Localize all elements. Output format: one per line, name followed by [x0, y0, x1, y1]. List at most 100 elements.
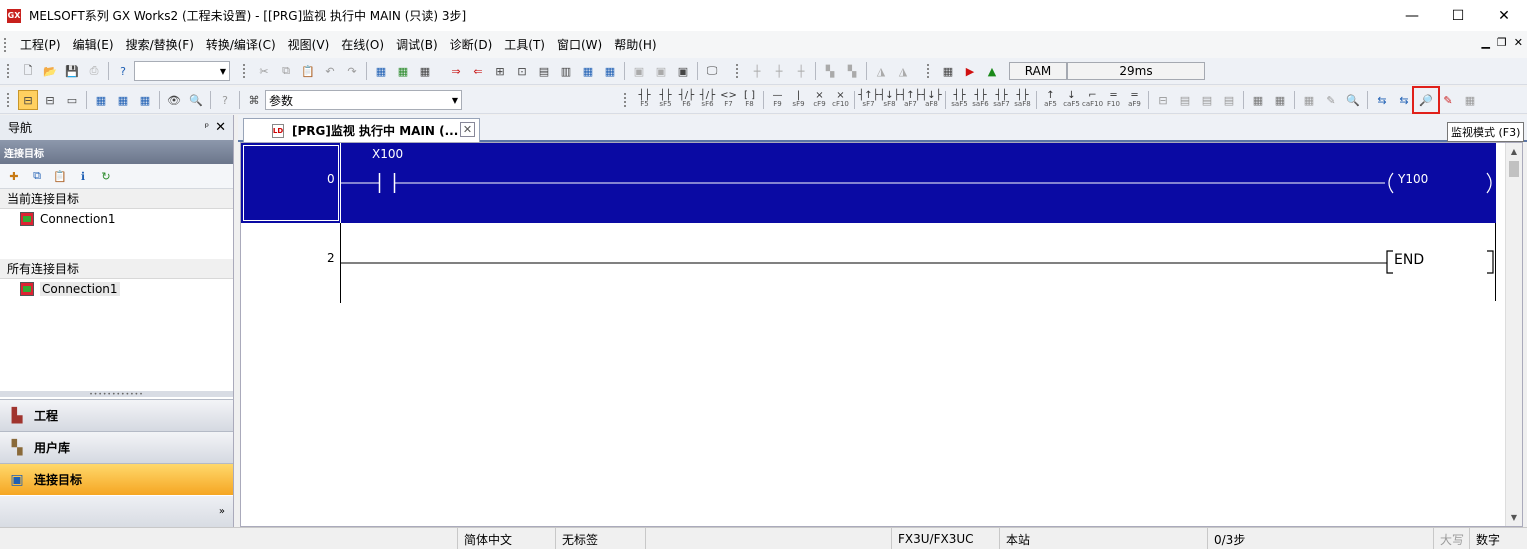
read-mode-icon[interactable]: ▦ — [1299, 90, 1319, 110]
toolbar-grip[interactable] — [7, 64, 11, 78]
plc-diagnostics-icon[interactable]: ▥ — [556, 61, 576, 81]
remote-operation-icon[interactable]: ⊡ — [512, 61, 532, 81]
ladder-tool-16[interactable]: ┤├ saF7 — [991, 90, 1012, 110]
copy-icon[interactable]: ⧉ — [276, 61, 296, 81]
device-usage-icon[interactable]: ⇆ — [1394, 90, 1414, 110]
device-comment-icon[interactable]: ▦ — [91, 90, 111, 110]
ladder-tool-14[interactable]: ┤├ saF5 — [949, 90, 970, 110]
search-combo[interactable]: 参数 ▼ — [265, 90, 462, 110]
clear-memory-icon[interactable]: ▤ — [534, 61, 554, 81]
toolbar-grip[interactable] — [243, 64, 247, 78]
menu-diagnostics[interactable]: 诊断(D) — [444, 36, 499, 53]
menu-view[interactable]: 视图(V) — [282, 36, 336, 53]
close-button[interactable]: ✕ — [1481, 0, 1527, 31]
mdi-minimize-button[interactable]: ▁ — [1481, 36, 1489, 49]
menu-tool[interactable]: 工具(T) — [498, 36, 551, 53]
break-icon[interactable]: ▚ — [820, 61, 840, 81]
ladder-tool-9[interactable]: × cF10 — [830, 90, 851, 110]
scroll-thumb[interactable] — [1509, 161, 1519, 177]
device-batch-icon[interactable]: ▦ — [415, 61, 435, 81]
online-change-icon[interactable]: ▣ — [629, 61, 649, 81]
minimize-button[interactable]: — — [1389, 0, 1435, 31]
sampling-trace-icon[interactable]: ▣ — [673, 61, 693, 81]
statement-icon[interactable]: ▤ — [1219, 90, 1239, 110]
ladder-tool-13[interactable]: ┤↓├ aF8 — [921, 90, 942, 110]
open-folder-icon[interactable]: 📂 — [40, 61, 60, 81]
ladder-tool-3[interactable]: ┤/├ sF6 — [697, 90, 718, 110]
new-file-icon[interactable]: 🗋 — [18, 61, 38, 81]
ladder-tool-7[interactable]: | sF9 — [788, 90, 809, 110]
write-mode-icon[interactable]: ✎ — [1321, 90, 1341, 110]
connection-property-icon[interactable]: ℹ — [74, 167, 92, 185]
comment-display-icon[interactable]: ▦ — [1248, 90, 1268, 110]
navigation-expand-button[interactable]: » — [0, 496, 233, 527]
device-list-icon[interactable]: ▦ — [371, 61, 391, 81]
all-connection-item[interactable]: Connection1 — [0, 279, 233, 299]
scroll-down-icon[interactable]: ▼ — [1506, 509, 1522, 526]
step-execute-icon[interactable]: ┼ — [747, 61, 767, 81]
device-display-icon[interactable]: ▦ — [1270, 90, 1290, 110]
convert-icon[interactable]: ⊟ — [1153, 90, 1173, 110]
monitor-screen-icon[interactable]: 🖵 — [702, 61, 722, 81]
inline-comment-icon[interactable]: ▤ — [1175, 90, 1195, 110]
menu-project[interactable]: 工程(P) — [14, 36, 67, 53]
ladder-tool-15[interactable]: ┤├ saF6 — [970, 90, 991, 110]
menu-online[interactable]: 在线(O) — [335, 36, 390, 53]
vertical-scrollbar[interactable]: ▲ ▼ — [1505, 143, 1522, 526]
project-panel-button[interactable]: ▙ 工程 — [0, 399, 233, 431]
monitor-mode-icon[interactable]: 🔎 — [1412, 86, 1440, 114]
help-icon[interactable]: ? — [113, 61, 133, 81]
connection-destination-panel-button[interactable]: ▣ 连接目标 — [0, 463, 233, 495]
stop-icon[interactable]: ▲ — [982, 61, 1002, 81]
navigation-close-button[interactable]: ✕ — [215, 120, 226, 135]
copy-connection-icon[interactable]: ⧉ — [28, 167, 46, 185]
binoculars-icon[interactable]: ⌘ — [244, 90, 264, 110]
menu-grip[interactable] — [4, 37, 8, 52]
new-connection-icon[interactable]: ✚ — [5, 167, 23, 185]
continue-icon[interactable]: ▚ — [842, 61, 862, 81]
navigation-window-icon[interactable]: ⊟ — [18, 90, 38, 110]
watch-icon[interactable]: ▣ — [651, 61, 671, 81]
cross-reference-icon[interactable]: ⇆ — [1372, 90, 1392, 110]
ladder-tool-20[interactable]: ⌐ caF10 — [1082, 90, 1103, 110]
print-icon[interactable]: ⎙ — [84, 61, 104, 81]
context-help-icon[interactable]: ? — [215, 90, 235, 110]
toolbar-grip[interactable] — [624, 93, 628, 107]
device-memory-icon[interactable]: ▦ — [113, 90, 133, 110]
toolbar-grip[interactable] — [736, 64, 740, 78]
output-window-icon[interactable]: ▭ — [62, 90, 82, 110]
user-library-panel-button[interactable]: ▚ 用户库 — [0, 431, 233, 463]
ladder-editor[interactable]: 0 2 X100 Y100 END ▲ ▼ — [240, 142, 1523, 527]
toolbar-combo[interactable]: ▼ — [134, 61, 230, 81]
maximize-button[interactable]: ☐ — [1435, 0, 1481, 31]
document-tab-close-button[interactable]: ✕ — [460, 122, 475, 137]
device-read-icon[interactable]: ▦ — [600, 61, 620, 81]
paste-icon[interactable]: 📋 — [298, 61, 318, 81]
refresh-connection-icon[interactable]: ↻ — [97, 167, 115, 185]
search-mode-icon[interactable]: 🔍 — [1343, 90, 1363, 110]
menu-window[interactable]: 窗口(W) — [551, 36, 608, 53]
undo-icon[interactable]: ↶ — [320, 61, 340, 81]
monitor-stop-icon[interactable]: ▦ — [1460, 90, 1480, 110]
ladder-tool-5[interactable]: [ ] F8 — [739, 90, 760, 110]
ladder-tool-21[interactable]: ═ F10 — [1103, 90, 1124, 110]
ladder-tool-1[interactable]: ┤├ sF5 — [655, 90, 676, 110]
trace-icon[interactable]: ◮ — [871, 61, 891, 81]
menu-compile[interactable]: 转换/编译(C) — [200, 36, 282, 53]
ladder-tool-2[interactable]: ┤/├ F6 — [676, 90, 697, 110]
scroll-up-icon[interactable]: ▲ — [1506, 143, 1522, 160]
menu-help[interactable]: 帮助(H) — [608, 36, 662, 53]
watch-eye-icon[interactable]: 👁 — [164, 90, 184, 110]
partial-execute-icon[interactable]: ┼ — [769, 61, 789, 81]
write-plc-icon[interactable]: ⇒ — [446, 61, 466, 81]
menu-debug[interactable]: 调试(B) — [390, 36, 444, 53]
current-connection-item[interactable]: Connection1 — [0, 209, 233, 229]
ladder-tool-0[interactable]: ┤├ F5 — [634, 90, 655, 110]
document-tab-main[interactable]: LD [PRG]监视 执行中 MAIN (... ✕ — [243, 118, 480, 142]
menu-edit[interactable]: 编辑(E) — [67, 36, 120, 53]
panel-splitter[interactable]: •••••••••••• — [0, 391, 233, 398]
module-config-icon[interactable]: ⊟ — [40, 90, 60, 110]
ladder-tool-19[interactable]: ↓ caF5 — [1061, 90, 1082, 110]
ladder-tool-18[interactable]: ↑ aF5 — [1040, 90, 1061, 110]
ladder-tool-22[interactable]: ═ aF9 — [1124, 90, 1145, 110]
